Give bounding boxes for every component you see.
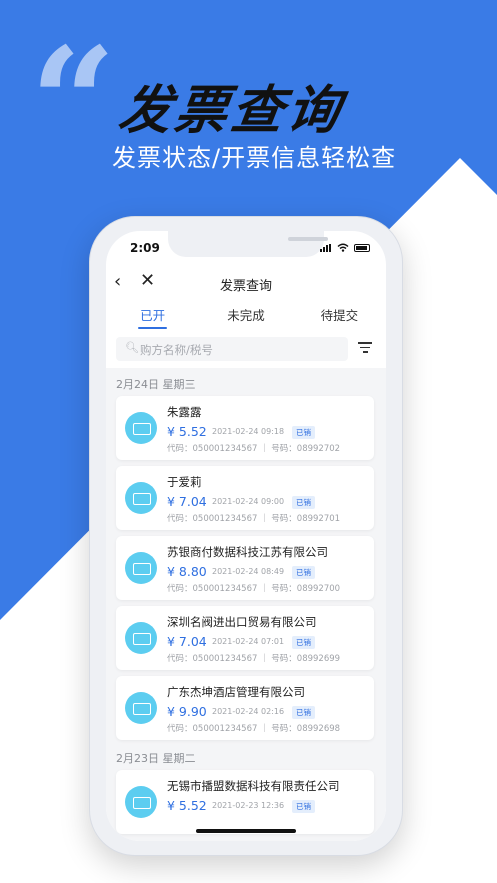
search-icon: 🔍︎ — [125, 341, 139, 354]
status-icons — [320, 243, 370, 252]
invoice-card[interactable]: 于爱莉 ¥ 7.04 2021-02-24 09:00 已销 代码：050001… — [116, 466, 374, 530]
status-badge: 已销 — [292, 426, 315, 439]
invoice-amount: ¥ 7.04 — [167, 494, 207, 509]
invoice-code-number: 代码：050001234567 ｜ 号码：08992701 — [167, 514, 341, 524]
ticket-icon — [125, 692, 157, 724]
tab-bar: 已开 未完成 待提交 — [106, 305, 386, 329]
invoice-amount: ¥ 7.04 — [167, 634, 207, 649]
status-badge: 已销 — [292, 706, 315, 719]
buyer-name: 深圳名阀进出口贸易有限公司 — [167, 615, 317, 629]
tab-incomplete[interactable]: 未完成 — [199, 305, 292, 329]
battery-icon — [354, 243, 370, 252]
status-badge: 已销 — [292, 636, 315, 649]
wifi-icon — [337, 243, 349, 252]
buyer-name: 广东杰坤酒店管理有限公司 — [167, 685, 305, 699]
signal-icon — [320, 243, 332, 252]
quote-mark-icon: “ — [30, 15, 116, 191]
date-header: 2月23日 星期二 — [116, 752, 196, 765]
invoice-amount: ¥ 5.52 — [167, 798, 207, 813]
invoice-card[interactable]: 无锡市播盟数据科技有限责任公司 ¥ 5.52 2021-02-23 12:36 … — [116, 770, 374, 834]
invoice-card[interactable]: 苏银商付数据科技江苏有限公司 ¥ 8.80 2021-02-24 08:49 已… — [116, 536, 374, 600]
promo-headline: 发票查询 — [115, 81, 348, 141]
search-input[interactable]: 🔍︎ 购方名称/税号 — [116, 337, 348, 361]
phone-screen: 2:09 ‹ ✕ 发票查询 已开 未完成 待提交 🔍︎ 购方名称/税号 2月24… — [106, 231, 386, 841]
invoice-time: 2021-02-24 07:01 — [212, 637, 285, 646]
invoice-list: 2月24日 星期三 朱露露 ¥ 5.52 2021-02-24 09:18 已销… — [106, 368, 386, 841]
invoice-amount: ¥ 8.80 — [167, 564, 207, 579]
ticket-icon — [125, 622, 157, 654]
promo-subheadline: 发票状态/开票信息轻松查 — [112, 144, 397, 172]
buyer-name: 无锡市播盟数据科技有限责任公司 — [167, 779, 340, 793]
invoice-time: 2021-02-24 09:00 — [212, 497, 285, 506]
status-badge: 已销 — [292, 496, 315, 509]
page-title: 发票查询 — [219, 279, 272, 294]
invoice-code-number: 代码：050001234567 ｜ 号码：08992699 — [167, 654, 341, 664]
home-indicator[interactable] — [196, 829, 296, 833]
buyer-name: 朱露露 — [167, 405, 202, 419]
search-placeholder: 购方名称/税号 — [140, 343, 213, 357]
invoice-code-number: 代码：050001234567 ｜ 号码：08992700 — [167, 584, 341, 594]
ticket-icon — [125, 412, 157, 444]
phone-notch — [168, 231, 328, 257]
nav-bar: ‹ ✕ 发票查询 — [106, 269, 386, 297]
invoice-card[interactable]: 深圳名阀进出口贸易有限公司 ¥ 7.04 2021-02-24 07:01 已销… — [116, 606, 374, 670]
tab-issued[interactable]: 已开 — [106, 305, 199, 329]
status-badge: 已销 — [292, 800, 315, 813]
buyer-name: 于爱莉 — [167, 475, 202, 489]
invoice-time: 2021-02-24 09:18 — [212, 427, 285, 436]
ticket-icon — [125, 552, 157, 584]
invoice-time: 2021-02-24 02:16 — [212, 707, 285, 716]
buyer-name: 苏银商付数据科技江苏有限公司 — [167, 545, 328, 559]
invoice-card[interactable]: 广东杰坤酒店管理有限公司 ¥ 9.90 2021-02-24 02:16 已销 … — [116, 676, 374, 740]
ticket-icon — [125, 786, 157, 818]
invoice-time: 2021-02-24 08:49 — [212, 567, 285, 576]
invoice-amount: ¥ 5.52 — [167, 424, 207, 439]
speaker-icon — [288, 237, 328, 241]
invoice-code-number: 代码：050001234567 ｜ 号码：08992702 — [167, 444, 341, 454]
filter-icon[interactable] — [358, 342, 372, 354]
status-badge: 已销 — [292, 566, 315, 579]
ticket-icon — [125, 482, 157, 514]
invoice-code-number: 代码：050001234567 ｜ 号码：08992698 — [167, 724, 341, 734]
date-header: 2月24日 星期三 — [116, 378, 196, 391]
tab-pending[interactable]: 待提交 — [293, 305, 386, 329]
invoice-amount: ¥ 9.90 — [167, 704, 207, 719]
status-time: 2:09 — [130, 241, 160, 255]
invoice-card[interactable]: 朱露露 ¥ 5.52 2021-02-24 09:18 已销 代码：050001… — [116, 396, 374, 460]
invoice-time: 2021-02-23 12:36 — [212, 801, 285, 810]
